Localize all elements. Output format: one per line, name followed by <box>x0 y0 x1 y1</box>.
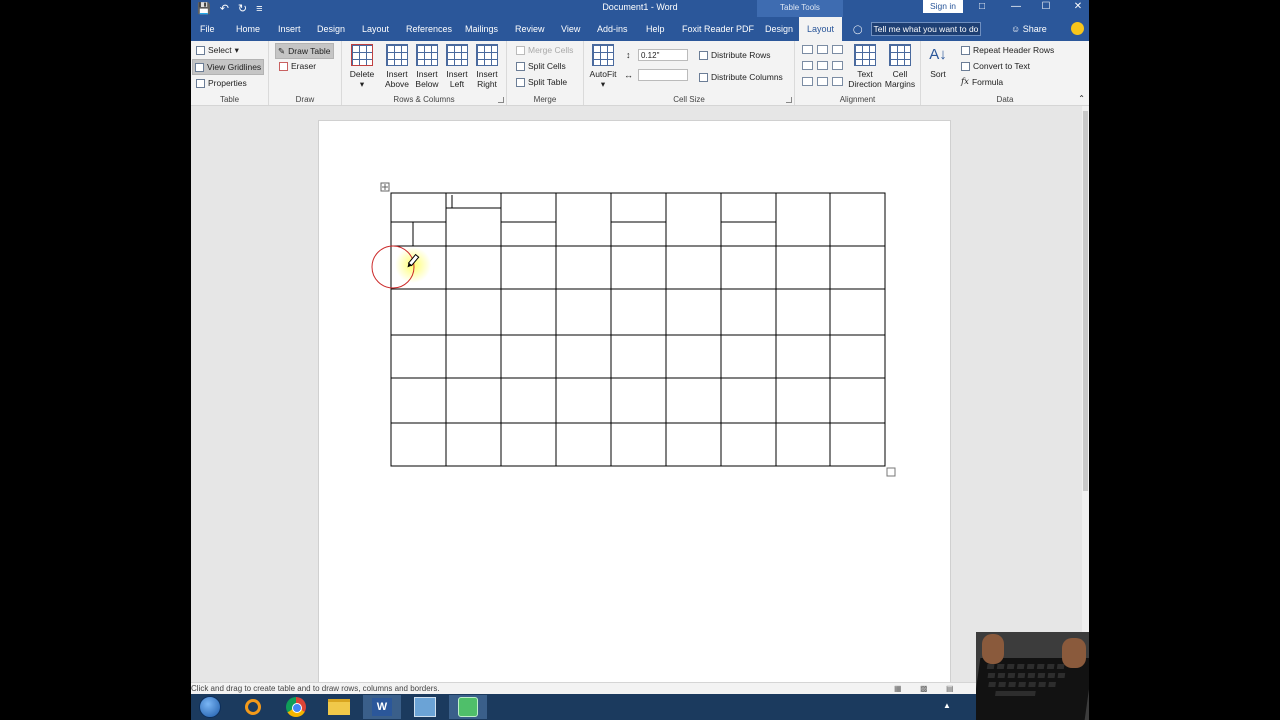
search-icon <box>245 699 261 715</box>
cursor-highlight <box>395 247 431 283</box>
start-button[interactable] <box>191 695 229 719</box>
table-outer-border <box>390 192 886 467</box>
table-move-handle <box>380 182 390 192</box>
taskbar-search[interactable] <box>234 695 272 719</box>
word-window: 💾 ↶ ↻ ≡ Document1 - Word Table Tools Sig… <box>191 0 1089 720</box>
print-layout-icon[interactable]: ▩ <box>920 684 928 693</box>
webcam-overlay <box>976 632 1089 720</box>
read-mode-icon[interactable]: ▦ <box>894 684 902 693</box>
taskbar-recorder[interactable] <box>449 695 487 719</box>
windows-start-icon <box>199 696 221 718</box>
app-icon <box>414 697 436 717</box>
table-resize-handle <box>886 467 896 477</box>
web-layout-icon[interactable]: ▤ <box>946 684 954 693</box>
windows-taskbar: W ▲ <box>191 694 1089 720</box>
taskbar-word[interactable]: W <box>363 695 401 719</box>
chrome-icon <box>286 697 306 717</box>
taskbar-file-explorer[interactable] <box>320 695 358 719</box>
drawn-table[interactable] <box>191 0 1089 690</box>
word-icon: W <box>372 698 392 716</box>
taskbar-chrome[interactable] <box>277 695 315 719</box>
folder-icon <box>328 699 350 715</box>
left-hand <box>982 634 1004 664</box>
right-hand <box>1062 638 1086 668</box>
tray-chevron-icon[interactable]: ▲ <box>943 701 951 710</box>
taskbar-app[interactable] <box>406 695 444 719</box>
recorder-icon <box>458 697 478 717</box>
